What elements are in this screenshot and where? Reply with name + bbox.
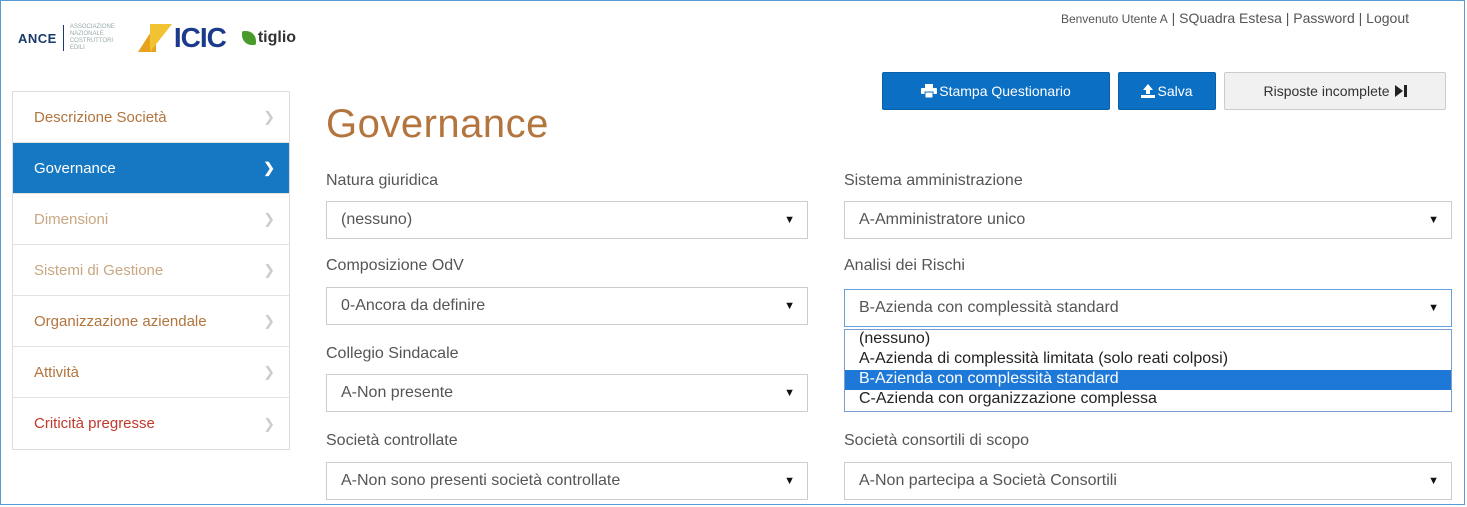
chevron-right-icon: ❯: [263, 159, 275, 176]
dropdown-arrow-icon: ▼: [1428, 302, 1439, 314]
salva-button[interactable]: Salva: [1118, 72, 1216, 110]
tiglio-logo: tiglio: [241, 29, 297, 47]
composizione-odv-select[interactable]: 0-Ancora da definire ▼: [326, 287, 808, 325]
upload-icon: [1141, 84, 1156, 98]
icic-logo: ICIC: [137, 22, 227, 54]
dropdown-arrow-icon: ▼: [784, 475, 795, 487]
chevron-right-icon: ❯: [263, 210, 275, 227]
analisi-dei-rischi-options: (nessuno) A-Azienda di complessità limit…: [844, 329, 1452, 412]
password-link[interactable]: Password: [1293, 10, 1354, 26]
sidebar-item-label: Organizzazione aziendale: [34, 312, 207, 330]
societa-consortili-value: A-Non partecipa a Società Consortili: [859, 472, 1117, 489]
sidebar-item-label: Dimensioni: [34, 210, 109, 228]
sistema-amministrazione-select[interactable]: A-Amministratore unico ▼: [844, 201, 1452, 239]
sidebar-item-attivita[interactable]: Attività ❯: [13, 347, 289, 398]
sidebar-item-governance[interactable]: Governance ❯: [13, 143, 289, 194]
dropdown-arrow-icon: ▼: [784, 387, 795, 399]
option-c-organizzazione-complessa[interactable]: C-Azienda con organizzazione complessa: [845, 390, 1451, 410]
risposte-incomplete-button[interactable]: Risposte incomplete: [1224, 72, 1446, 110]
chevron-right-icon: ❯: [263, 363, 275, 380]
composizione-odv-label: Composizione OdV: [326, 257, 464, 274]
dropdown-arrow-icon: ▼: [1428, 475, 1439, 487]
stampa-questionario-label: Stampa Questionario: [939, 83, 1071, 99]
natura-giuridica-value: (nessuno): [341, 211, 413, 228]
option-a-complessita-limitata[interactable]: A-Azienda di complessità limitata (solo …: [845, 350, 1451, 370]
squadra-estesa-link[interactable]: SQuadra Estesa: [1179, 10, 1282, 26]
sidebar-item-label: Sistemi di Gestione: [34, 261, 164, 279]
dropdown-arrow-icon: ▼: [1428, 214, 1439, 226]
chevron-right-icon: ❯: [263, 261, 275, 278]
page-title: Governance: [326, 102, 549, 146]
ance-logo: ANCE ASSOCIAZIONE NAZIONALE COSTRUTTORI …: [18, 24, 128, 52]
sidebar-item-label: Descrizione Società: [34, 108, 167, 126]
logo-bar: ANCE ASSOCIAZIONE NAZIONALE COSTRUTTORI …: [18, 18, 296, 58]
logout-link[interactable]: Logout: [1366, 10, 1409, 26]
analisi-dei-rischi-select[interactable]: B-Azienda con complessità standard ▼: [844, 289, 1452, 327]
risposte-incomplete-label: Risposte incomplete: [1263, 83, 1390, 99]
societa-controllate-select[interactable]: A-Non sono presenti società controllate …: [326, 462, 808, 500]
collegio-sindacale-label: Collegio Sindacale: [326, 345, 459, 362]
stampa-questionario-button[interactable]: Stampa Questionario: [882, 72, 1110, 110]
nav-separator: |: [1285, 10, 1290, 26]
option-b-complessita-standard[interactable]: B-Azienda con complessità standard: [845, 370, 1451, 390]
chevron-right-icon: ❯: [263, 415, 275, 431]
chevron-right-icon: ❯: [263, 108, 275, 125]
sidebar-item-criticita-pregresse[interactable]: Criticità pregresse ❯: [13, 398, 289, 449]
natura-giuridica-select[interactable]: (nessuno) ▼: [326, 201, 808, 239]
chevron-right-icon: ❯: [263, 312, 275, 329]
societa-consortili-label: Società consortili di scopo: [844, 432, 1029, 449]
sidebar: Descrizione Società ❯ Governance ❯ Dimen…: [12, 91, 290, 450]
tiglio-logo-text: tiglio: [257, 29, 297, 46]
sidebar-item-descrizione-societa[interactable]: Descrizione Società ❯: [13, 92, 289, 143]
print-icon: [921, 84, 938, 98]
welcome-text: Benvenuto Utente A: [1060, 12, 1168, 26]
ance-logo-text: ANCE: [18, 30, 57, 46]
natura-giuridica-label: Natura giuridica: [326, 172, 439, 189]
icic-logo-text: ICIC: [173, 22, 227, 53]
sidebar-item-label: Attività: [34, 363, 80, 381]
societa-controllate-value: A-Non sono presenti società controllate: [341, 472, 621, 489]
ance-logo-subtitle: ASSOCIAZIONE NAZIONALE COSTRUTTORI EDILI: [69, 24, 115, 51]
ance-logo-divider: [62, 25, 64, 51]
nav-separator: |: [1358, 10, 1363, 26]
sidebar-item-organizzazione-aziendale[interactable]: Organizzazione aziendale ❯: [13, 296, 289, 347]
nav-separator: |: [1171, 10, 1176, 26]
societa-consortili-select[interactable]: A-Non partecipa a Società Consortili ▼: [844, 462, 1452, 500]
option-nessuno[interactable]: (nessuno): [845, 330, 1451, 350]
analisi-dei-rischi-label: Analisi dei Rischi: [844, 257, 965, 274]
collegio-sindacale-select[interactable]: A-Non presente ▼: [326, 374, 808, 412]
sistema-amministrazione-value: A-Amministratore unico: [859, 211, 1026, 228]
icic-logo-icon: [137, 24, 172, 52]
sidebar-item-label: Governance: [34, 159, 116, 177]
societa-controllate-label: Società controllate: [326, 432, 458, 449]
sistema-amministrazione-label: Sistema amministrazione: [844, 172, 1023, 189]
skip-forward-icon: [1394, 85, 1407, 97]
dropdown-arrow-icon: ▼: [784, 300, 795, 312]
collegio-sindacale-value: A-Non presente: [341, 384, 454, 401]
sidebar-item-label: Criticità pregresse: [34, 415, 155, 432]
salva-label: Salva: [1157, 83, 1193, 99]
sidebar-item-sistemi-di-gestione[interactable]: Sistemi di Gestione ❯: [13, 245, 289, 296]
top-navigation: Benvenuto Utente A | SQuadra Estesa | Pa…: [1061, 10, 1409, 26]
sidebar-item-dimensioni[interactable]: Dimensioni ❯: [13, 194, 289, 245]
tiglio-leaf-icon: [241, 29, 256, 47]
composizione-odv-value: 0-Ancora da definire: [341, 297, 486, 314]
analisi-dei-rischi-value: B-Azienda con complessità standard: [859, 299, 1119, 316]
dropdown-arrow-icon: ▼: [784, 214, 795, 226]
